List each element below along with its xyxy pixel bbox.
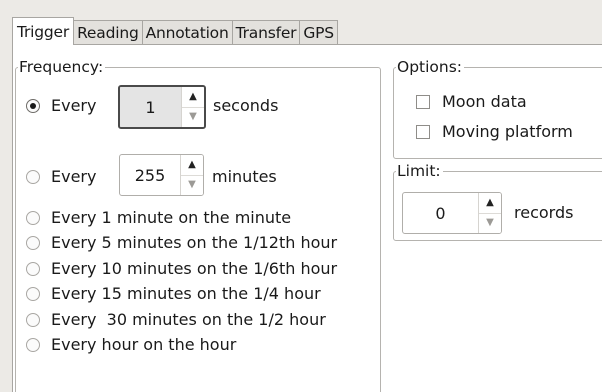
every-1-minute-option[interactable]: Every 1 minute on the minute <box>26 208 291 227</box>
frequency-group: Frequency: Every 1 ▲ ▼ seconds Every 255 <box>15 57 381 392</box>
minutes-unit-label: minutes <box>212 167 277 186</box>
every-minutes-option[interactable]: Every <box>26 167 96 186</box>
seconds-down-arrow-icon[interactable]: ▼ <box>182 106 204 127</box>
seconds-input[interactable]: 1 <box>120 87 181 127</box>
seconds-up-arrow-icon[interactable]: ▲ <box>182 87 204 107</box>
every-minutes-radio[interactable] <box>26 169 40 184</box>
every-hour-option[interactable]: Every hour on the hour <box>26 335 236 354</box>
minutes-input[interactable]: 255 <box>120 155 180 195</box>
tab-annotation[interactable]: Annotation <box>141 20 233 45</box>
every-seconds-option[interactable]: Every <box>26 96 96 115</box>
tab-trigger[interactable]: Trigger <box>12 17 75 45</box>
every-30-minutes-radio[interactable] <box>26 312 40 327</box>
every-15-minutes-option[interactable]: Every 15 minutes on the 1/4 hour <box>26 284 321 303</box>
every-minutes-prefix: Every <box>51 167 97 186</box>
limit-spinbox[interactable]: 0 ▲ ▼ <box>402 192 502 234</box>
minutes-down-arrow-icon[interactable]: ▼ <box>181 174 203 195</box>
limit-up-arrow-icon[interactable]: ▲ <box>479 193 501 213</box>
limit-unit-label: records <box>514 203 574 222</box>
every-1-minute-label: Every 1 minute on the minute <box>51 208 292 227</box>
tab-reading[interactable]: Reading <box>73 20 143 45</box>
every-10-minutes-option[interactable]: Every 10 minutes on the 1/6th hour <box>26 259 337 278</box>
every-10-minutes-label: Every 10 minutes on the 1/6th hour <box>51 259 338 278</box>
limit-group-title: Limit: <box>396 161 443 181</box>
moving-platform-option[interactable]: Moving platform <box>416 122 573 141</box>
every-30-minutes-label: Every 30 minutes on the 1/2 hour <box>51 310 326 329</box>
seconds-spinbox[interactable]: 1 ▲ ▼ <box>118 85 206 129</box>
every-15-minutes-label: Every 15 minutes on the 1/4 hour <box>51 284 321 303</box>
every-30-minutes-option[interactable]: Every 30 minutes on the 1/2 hour <box>26 310 326 329</box>
tab-gps[interactable]: GPS <box>299 20 338 45</box>
seconds-unit-label: seconds <box>213 96 279 115</box>
frequency-group-title: Frequency: <box>18 57 106 77</box>
trigger-settings-window: Trigger Reading Annotation Transfer GPS … <box>0 0 602 392</box>
options-group: Options: Moon data Moving platform <box>393 57 602 159</box>
tab-bar: Trigger Reading Annotation Transfer GPS <box>12 17 338 45</box>
limit-down-arrow-icon[interactable]: ▼ <box>479 212 501 233</box>
moon-data-label: Moon data <box>442 92 527 111</box>
every-15-minutes-radio[interactable] <box>26 286 40 301</box>
moving-platform-checkbox[interactable] <box>416 124 430 139</box>
every-1-minute-radio[interactable] <box>26 210 40 225</box>
options-group-title: Options: <box>396 57 465 77</box>
minutes-up-arrow-icon[interactable]: ▲ <box>181 155 203 175</box>
seconds-spin-buttons: ▲ ▼ <box>181 87 204 127</box>
every-5-minutes-option[interactable]: Every 5 minutes on the 1/12th hour <box>26 233 337 252</box>
minutes-spinbox[interactable]: 255 ▲ ▼ <box>119 154 204 196</box>
limit-group: Limit: 0 ▲ ▼ records <box>393 161 602 241</box>
tab-transfer[interactable]: Transfer <box>231 20 301 45</box>
every-hour-radio[interactable] <box>26 337 40 352</box>
moving-platform-label: Moving platform <box>442 122 573 141</box>
moon-data-checkbox[interactable] <box>416 94 430 109</box>
moon-data-option[interactable]: Moon data <box>416 92 527 111</box>
trigger-tab-panel: Frequency: Every 1 ▲ ▼ seconds Every 255 <box>12 44 602 392</box>
minutes-spin-buttons: ▲ ▼ <box>180 155 203 195</box>
limit-spin-buttons: ▲ ▼ <box>478 193 501 233</box>
limit-input[interactable]: 0 <box>403 193 478 233</box>
every-seconds-radio[interactable] <box>26 98 40 113</box>
every-10-minutes-radio[interactable] <box>26 261 40 276</box>
every-seconds-prefix: Every <box>51 96 97 115</box>
every-5-minutes-radio[interactable] <box>26 235 40 250</box>
every-hour-label: Every hour on the hour <box>51 335 237 354</box>
every-5-minutes-label: Every 5 minutes on the 1/12th hour <box>51 233 338 252</box>
